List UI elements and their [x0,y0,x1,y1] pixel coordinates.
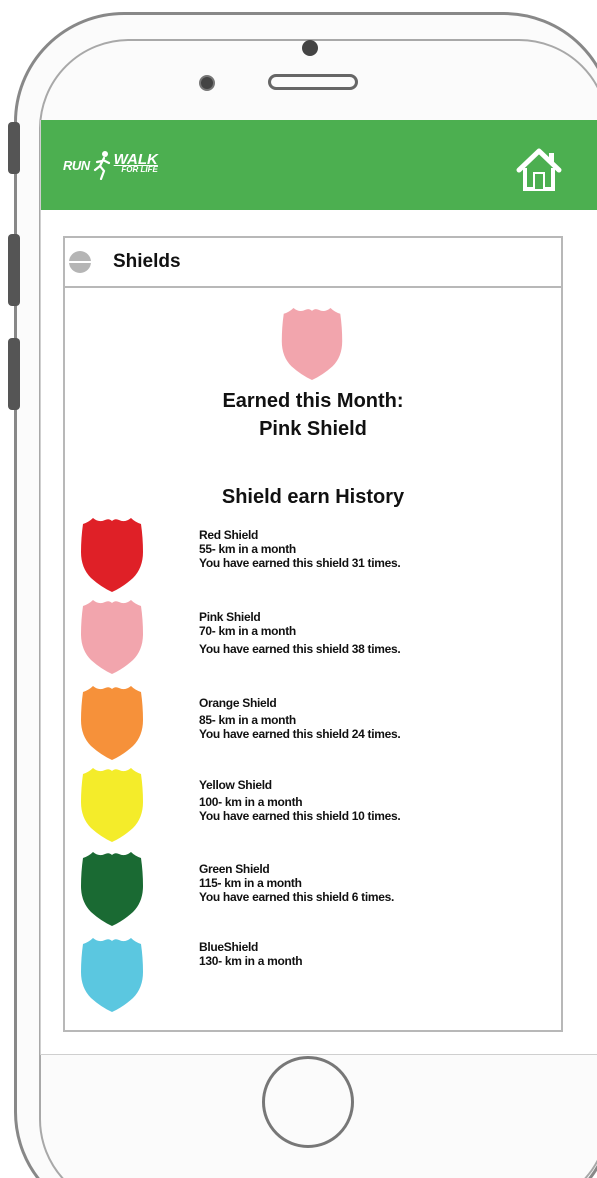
history-item-pink: Pink Shield 70- km in a month You have e… [65,598,561,678]
panel-header[interactable]: Shields [65,238,561,288]
shields-panel: Shields Earned this Month: Pink Shield S… [63,236,563,1032]
house-icon[interactable] [515,146,563,192]
shield-name: Green Shield [199,862,270,876]
history-item-red: Red Shield 55- km in a month You have ea… [65,516,561,596]
panel-title: Shields [113,251,181,272]
runner-icon [93,151,110,180]
shield-earned-count: You have earned this shield 24 times. [199,727,401,741]
shield-name: Pink Shield [199,610,261,624]
shield-distance: 85- km in a month [199,713,296,727]
shield-icon [81,600,143,674]
logo-wordmark: WALK FOR LIFE [113,151,158,175]
history-item-orange: Orange Shield 85- km in a month You have… [65,684,561,764]
shield-icon [81,938,143,1012]
shield-icon [81,686,143,760]
history-item-green: Green Shield 115- km in a month You have… [65,850,561,930]
shield-earned-count: You have earned this shield 31 times. [199,556,401,570]
device-home-button[interactable] [262,1056,354,1148]
screen: RUN WALK FOR LIFE Shields Earned this Mo… [40,120,597,1055]
shield-distance: 130- km in a month [199,954,303,968]
history-title: Shield earn History [221,486,405,508]
history-text: Yellow Shield 100- km in a month You hav… [199,778,401,823]
sensor-icon [199,75,215,91]
logo-walk-text: WALK [113,151,158,168]
speaker-grille [268,74,358,90]
app-logo[interactable]: RUN WALK FOR LIFE [63,150,158,180]
shield-icon [81,852,143,926]
shield-earned-count: You have earned this shield 10 times. [199,809,401,823]
history-text: BlueShield 130- km in a month [199,940,303,968]
shield-distance: 70- km in a month [199,624,296,638]
shield-name: BlueShield [199,940,259,954]
volume-down-button [8,338,20,410]
shield-name: Red Shield [199,528,259,542]
app-header: RUN WALK FOR LIFE [41,120,597,210]
history-text: Green Shield 115- km in a month You have… [199,862,394,904]
logo-run-text: RUN [63,157,90,173]
history-item-blue: BlueShield 130- km in a month [65,936,561,1016]
history-text: Red Shield 55- km in a month You have ea… [199,528,401,570]
earned-shield-name: Pink Shield [259,418,367,440]
shield-distance: 115- km in a month [199,876,302,890]
shield-name: Yellow Shield [199,778,272,792]
history-item-yellow: Yellow Shield 100- km in a month You hav… [65,766,561,846]
current-shield-icon [281,307,343,381]
shield-earned-count: You have earned this shield 6 times. [199,890,395,904]
camera-icon [302,40,318,56]
shield-distance: 55- km in a month [199,542,296,556]
earned-label: Earned this Month: [222,390,404,412]
volume-up-button [8,234,20,306]
shield-name: Orange Shield [199,696,277,710]
minus-circle-icon[interactable] [69,251,91,273]
history-text: Pink Shield 70- km in a month You have e… [199,610,401,656]
mute-switch [8,122,20,174]
history-text: Orange Shield 85- km in a month You have… [199,696,401,741]
shield-distance: 100- km in a month [199,795,303,809]
shield-icon [81,518,143,592]
shield-earned-count: You have earned this shield 38 times. [199,642,401,656]
shield-icon [81,768,143,842]
app-mockup: RUN WALK FOR LIFE Shields Earned this Mo… [0,0,597,1178]
logo-forlife-text: FOR LIFE [121,165,158,174]
